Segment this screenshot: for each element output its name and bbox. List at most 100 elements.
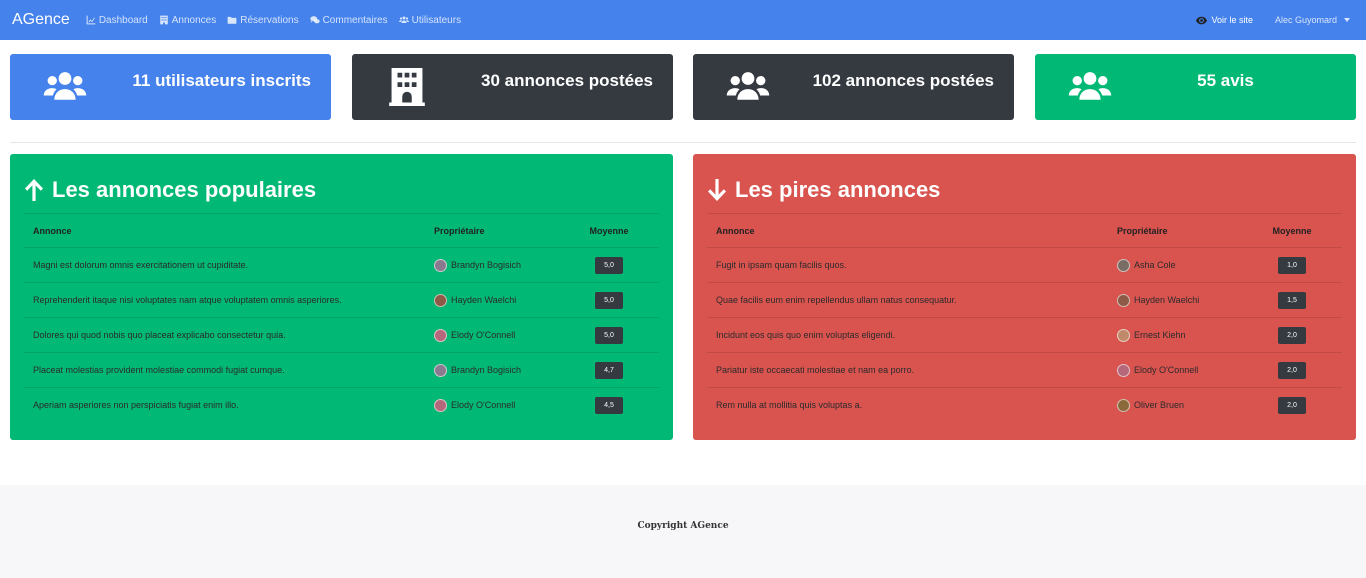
- divider: [10, 142, 1356, 143]
- avg-cell: 2,0: [1242, 352, 1342, 388]
- table-row: Pariatur iste occaecati molestiae et nam…: [707, 352, 1342, 388]
- owner[interactable]: Asha Cole: [1117, 258, 1242, 272]
- building-icon: [389, 68, 425, 106]
- stat-text: 102 annonces postées: [812, 70, 994, 90]
- rating-badge: 2,0: [1278, 361, 1306, 379]
- rating-badge: 5,0: [595, 326, 623, 344]
- nav-link-utilisateurs[interactable]: Utilisateurs: [398, 15, 461, 26]
- owner[interactable]: Oliver Bruen: [1117, 398, 1242, 412]
- stat-text: 55 avis: [1197, 70, 1254, 90]
- owner[interactable]: Elody O'Connell: [434, 398, 559, 412]
- col-annonce: Annonce: [707, 213, 1108, 248]
- view-site-link[interactable]: Voir le site: [1196, 15, 1253, 25]
- owner-cell: Brandyn Bogisich: [425, 352, 559, 388]
- rating-badge: 1,0: [1278, 256, 1306, 274]
- nav-link-annonces[interactable]: Annonces: [159, 15, 216, 26]
- owner-name: Hayden Waelchi: [451, 295, 517, 305]
- stat-card-users: 11 utilisateurs inscrits: [10, 54, 331, 120]
- users-icon: [1068, 72, 1112, 100]
- arrow-down-icon: [708, 179, 726, 201]
- table-row: Incidunt eos quis quo enim voluptas elig…: [707, 317, 1342, 353]
- owner[interactable]: Brandyn Bogisich: [434, 363, 559, 377]
- brand[interactable]: AGence: [12, 11, 70, 29]
- owner-cell: Hayden Waelchi: [425, 282, 559, 318]
- owner-name: Elody O'Connell: [451, 330, 516, 340]
- owner-cell: Ernest Kiehn: [1108, 317, 1242, 353]
- stat-card-annonces-total: 102 annonces postées: [693, 54, 1014, 120]
- avg-cell: 5,0: [559, 282, 659, 318]
- panel-title: Les pires annonces: [707, 176, 1342, 204]
- rating-badge: 2,0: [1278, 326, 1306, 344]
- avatar: [1117, 363, 1130, 377]
- avatar: [434, 328, 447, 342]
- owner-name: Ernest Kiehn: [1134, 330, 1186, 340]
- owner[interactable]: Elody O'Connell: [1117, 363, 1242, 377]
- owner-name: Asha Cole: [1134, 260, 1176, 270]
- owner[interactable]: Brandyn Bogisich: [434, 258, 559, 272]
- rating-badge: 5,0: [595, 256, 623, 274]
- popular-annonces-panel: Les annonces populaires Annonce Propriét…: [10, 154, 673, 440]
- avg-cell: 5,0: [559, 247, 659, 283]
- chart-line-icon: [86, 15, 96, 25]
- annonce-title[interactable]: Pariatur iste occaecati molestiae et nam…: [707, 352, 1108, 388]
- annonce-title[interactable]: Incidunt eos quis quo enim voluptas elig…: [707, 317, 1108, 353]
- users-icon: [43, 72, 87, 100]
- avatar: [434, 258, 447, 272]
- rating-badge: 5,0: [595, 291, 623, 309]
- folder-icon: [227, 16, 237, 24]
- owner-name: Elody O'Connell: [451, 400, 516, 411]
- nav-link-dashboard[interactable]: Dashboard: [86, 15, 148, 26]
- table-row: Quae facilis eum enim repellendus ullam …: [707, 282, 1342, 318]
- annonce-title[interactable]: Reprehenderit itaque nisi voluptates nam…: [24, 282, 425, 318]
- nav-link-label: Commentaires: [322, 14, 388, 26]
- nav-link-reservations[interactable]: Réservations: [227, 15, 299, 26]
- panel-title: Les annonces populaires: [24, 176, 659, 204]
- table-body: Fugit in ipsam quam facilis quos. Asha Co…: [707, 247, 1342, 423]
- table-header-row: Annonce Propriétaire Moyenne: [707, 213, 1342, 248]
- table-row: Rem nulla at mollitia quis voluptas a. Ol…: [707, 387, 1342, 423]
- avg-cell: 2,0: [1242, 387, 1342, 423]
- nav-link-commentaires[interactable]: Commentaires: [309, 14, 388, 26]
- owner[interactable]: Ernest Kiehn: [1117, 328, 1242, 342]
- avg-cell: 4,5: [559, 387, 659, 423]
- owner-cell: Oliver Bruen: [1108, 387, 1242, 423]
- nav-link-label: Annonces: [171, 14, 217, 26]
- table-row: Magni est dolorum omnis exercitationem u…: [24, 247, 659, 283]
- worst-table: Annonce Propriétaire Moyenne Fugit in ip…: [707, 213, 1342, 423]
- avg-cell: 4,7: [559, 352, 659, 388]
- annonce-title[interactable]: Rem nulla at mollitia quis voluptas a.: [707, 387, 1108, 423]
- annonce-title[interactable]: Quae facilis eum enim repellendus ullam …: [707, 282, 1108, 318]
- owner[interactable]: Hayden Waelchi: [434, 293, 559, 307]
- table-row: Aperiam asperiores non perspiciatis fugi…: [24, 387, 659, 423]
- user-dropdown[interactable]: Alec Guyomard: [1275, 15, 1350, 25]
- footer: Copyright AGence: [0, 485, 1366, 578]
- col-annonce: Annonce: [24, 213, 425, 248]
- annonce-title[interactable]: Magni est dolorum omnis exercitationem u…: [24, 247, 425, 283]
- owner-name: Hayden Waelchi: [1134, 295, 1200, 305]
- avg-cell: 1,5: [1242, 282, 1342, 318]
- stat-card-annonces: 30 annonces postées: [352, 54, 673, 120]
- owner[interactable]: Hayden Waelchi: [1117, 293, 1242, 307]
- annonce-title[interactable]: Aperiam asperiores non perspiciatis fugi…: [24, 387, 425, 423]
- col-owner: Propriétaire: [425, 213, 559, 248]
- table-body: Magni est dolorum omnis exercitationem u…: [24, 247, 659, 423]
- rating-badge: 2,0: [1278, 396, 1306, 414]
- owner-cell: Hayden Waelchi: [1108, 282, 1242, 318]
- annonce-title[interactable]: Fugit in ipsam quam facilis quos.: [707, 247, 1108, 283]
- owner-cell: Asha Cole: [1108, 247, 1242, 283]
- arrow-up-icon: [25, 179, 43, 201]
- stat-card-avis: 55 avis: [1035, 54, 1356, 120]
- caret-down-icon: [1344, 18, 1350, 22]
- avatar: [1117, 328, 1130, 342]
- avg-cell: 2,0: [1242, 317, 1342, 353]
- popular-table: Annonce Propriétaire Moyenne Magni est d…: [24, 213, 659, 423]
- owner-name: Brandyn Bogisich: [451, 260, 522, 270]
- avatar: [1117, 258, 1130, 272]
- owner-name: Oliver Bruen: [1134, 400, 1185, 411]
- annonce-title[interactable]: Dolores qui quod nobis quo placeat expli…: [24, 317, 425, 353]
- annonce-title[interactable]: Placeat molestias provident molestiae co…: [24, 352, 425, 388]
- eye-icon: [1196, 16, 1208, 24]
- table-row: Dolores qui quod nobis quo placeat expli…: [24, 317, 659, 353]
- owner-cell: Elody O'Connell: [425, 387, 559, 423]
- owner[interactable]: Elody O'Connell: [434, 328, 559, 342]
